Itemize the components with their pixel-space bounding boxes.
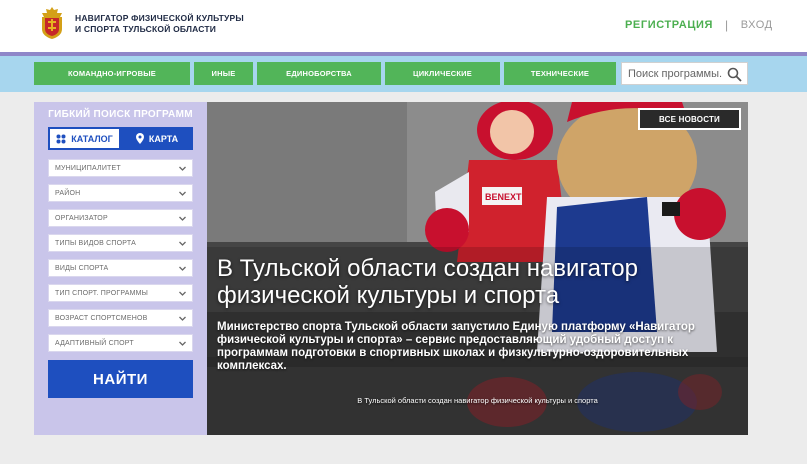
filter-adaptive-sport[interactable]: АДАПТИВНЫЙ СПОРТ bbox=[48, 334, 193, 352]
filter-sports[interactable]: ВИДЫ СПОРТА bbox=[48, 259, 193, 277]
brand-line-2: И СПОРТА ТУЛЬСКОЙ ОБЛАСТИ bbox=[75, 24, 217, 34]
map-pin-icon bbox=[135, 133, 144, 144]
jacket-logo: BENEXT bbox=[485, 192, 522, 202]
news-title[interactable]: В Тульской области создан навигатор физи… bbox=[217, 255, 717, 309]
category-nav: КОМАНДНО-ИГРОВЫЕ ИНЫЕ ЕДИНОБОРСТВА ЦИКЛИ… bbox=[0, 56, 807, 92]
tab-map-label: КАРТА bbox=[148, 133, 179, 144]
login-link[interactable]: ВХОД bbox=[741, 19, 773, 31]
filter-municipality[interactable]: МУНИЦИПАЛИТЕТ bbox=[48, 159, 193, 177]
slide-caption[interactable]: В Тульской области создан навигатор физи… bbox=[207, 396, 748, 405]
nav-cyclic[interactable]: ЦИКЛИЧЕСКИЕ bbox=[385, 62, 500, 85]
filter-organizer[interactable]: ОРГАНИЗАТОР bbox=[48, 209, 193, 227]
auth-links: РЕГИСТРАЦИЯ | ВХОД bbox=[625, 18, 773, 32]
brand-title[interactable]: НАВИГАТОР ФИЗИЧЕСКОЙ КУЛЬТУРЫ И СПОРТА Т… bbox=[75, 13, 244, 35]
chevron-down-icon bbox=[179, 191, 186, 196]
nav-other[interactable]: ИНЫЕ bbox=[194, 62, 253, 85]
chevron-down-icon bbox=[179, 341, 186, 346]
chevron-down-icon bbox=[179, 291, 186, 296]
filter-sport-types[interactable]: ТИПЫ ВИДОВ СПОРТА bbox=[48, 234, 193, 252]
search-box bbox=[621, 62, 748, 85]
tab-catalog[interactable]: КАТАЛОГ bbox=[48, 127, 121, 150]
flexible-search-panel: ГИБКИЙ ПОИСК ПРОГРАММ КАТАЛОГ КАРТА МУНИ… bbox=[34, 102, 207, 435]
filter-label: ОРГАНИЗАТОР bbox=[55, 214, 108, 222]
chevron-down-icon bbox=[179, 166, 186, 171]
coat-of-arms-logo[interactable] bbox=[40, 7, 64, 39]
filter-label: АДАПТИВНЫЙ СПОРТ bbox=[55, 339, 134, 347]
chevron-down-icon bbox=[179, 241, 186, 246]
all-news-button[interactable]: ВСЕ НОВОСТИ bbox=[638, 108, 741, 130]
sidebar-title: ГИБКИЙ ПОИСК ПРОГРАММ bbox=[48, 109, 193, 120]
filter-label: ТИП СПОРТ. ПРОГРАММЫ bbox=[55, 289, 149, 297]
brand-line-1: НАВИГАТОР ФИЗИЧЕСКОЙ КУЛЬТУРЫ bbox=[75, 13, 244, 23]
filter-label: ВИДЫ СПОРТА bbox=[55, 264, 109, 272]
find-button[interactable]: НАЙТИ bbox=[48, 360, 193, 398]
auth-separator: | bbox=[724, 18, 729, 32]
nav-team-games[interactable]: КОМАНДНО-ИГРОВЫЕ bbox=[34, 62, 190, 85]
chevron-down-icon bbox=[179, 216, 186, 221]
search-input[interactable] bbox=[622, 67, 722, 80]
tab-catalog-label: КАТАЛОГ bbox=[71, 133, 113, 144]
nav-technical[interactable]: ТЕХНИЧЕСКИЕ bbox=[504, 62, 616, 85]
filter-program-type[interactable]: ТИП СПОРТ. ПРОГРАММЫ bbox=[48, 284, 193, 302]
tab-map[interactable]: КАРТА bbox=[121, 127, 193, 150]
filter-label: ВОЗРАСТ СПОРТСМЕНОВ bbox=[55, 314, 148, 322]
news-description: Министерство спорта Тульской области зап… bbox=[217, 321, 695, 372]
filter-label: ТИПЫ ВИДОВ СПОРТА bbox=[55, 239, 136, 247]
grid-icon bbox=[56, 134, 66, 143]
filter-district[interactable]: РАЙОН bbox=[48, 184, 193, 202]
nav-martial-arts[interactable]: ЕДИНОБОРСТВА bbox=[257, 62, 381, 85]
chevron-down-icon bbox=[179, 266, 186, 271]
news-hero-slider[interactable]: BENEXT ВСЕ НОВОСТИ В Тульской области со… bbox=[207, 102, 748, 435]
filter-label: МУНИЦИПАЛИТЕТ bbox=[55, 164, 121, 172]
filter-athlete-age[interactable]: ВОЗРАСТ СПОРТСМЕНОВ bbox=[48, 309, 193, 327]
register-link[interactable]: РЕГИСТРАЦИЯ bbox=[625, 19, 713, 31]
filter-label: РАЙОН bbox=[55, 189, 81, 197]
chevron-down-icon bbox=[179, 316, 186, 321]
search-icon[interactable] bbox=[727, 67, 742, 82]
header: НАВИГАТОР ФИЗИЧЕСКОЙ КУЛЬТУРЫ И СПОРТА Т… bbox=[0, 0, 807, 52]
